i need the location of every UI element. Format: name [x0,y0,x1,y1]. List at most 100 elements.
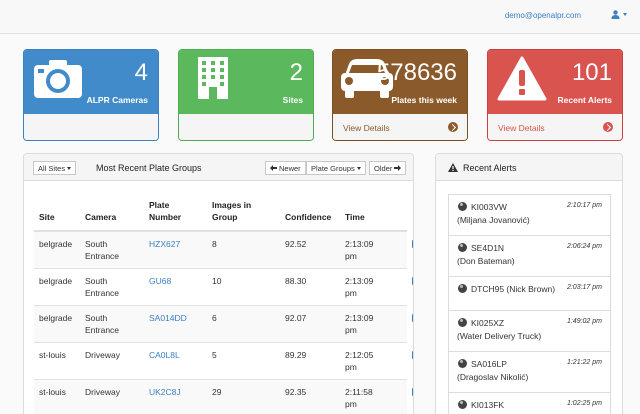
alert-description: (Water Delivery Truck) [457,331,542,341]
cell-time: 2:12:05 pm [345,350,374,372]
building-icon [198,57,228,99]
arrow-right-circle-icon [448,122,458,132]
chevron-down-icon [623,13,627,16]
stat-card-cameras-header: 4 ALPR Cameras [24,50,158,114]
plate-groups-title: Most Recent Plate Groups [96,163,202,173]
alert-time: 1:49:02 pm [566,318,602,325]
alert-item[interactable]: KI013FK(Goran Stojanović)1:02:25 pm [448,392,611,414]
cell-camera: Driveway [85,387,120,397]
recent-alerts-panel: Recent Alerts KI003VW (Miljana Jovanović)… [435,153,623,414]
stat-plates-view-details[interactable]: View Details [333,114,467,140]
image-icon[interactable] [412,388,413,396]
arrow-left-icon [270,165,277,171]
cell-camera: South Entrance [85,313,120,335]
image-icon[interactable] [412,351,413,359]
table-row[interactable]: st-louis Driveway CA0L8L 5 89.29 2:12:05 pm [34,342,413,379]
globe-icon [458,202,467,211]
image-icon[interactable] [412,277,413,285]
table-row[interactable]: belgrade South Entrance SA014DD 6 92.07 2:13:… [34,305,413,342]
stat-plates-value: 578636 [376,59,457,86]
table-row[interactable]: belgrade South Entrance HZX627 8 92.52 2:13:0… [34,231,413,268]
older-button[interactable]: Older [369,161,407,175]
alert-plate: SA016LP [471,359,507,369]
chevron-down-icon [356,166,361,170]
alert-plate: SE4D1N [471,243,505,253]
warning-icon [497,56,547,101]
column-header-time: Time [345,212,365,222]
alert-item[interactable]: KI003VW (Miljana Jovanović) 2:10:17 pm [448,194,611,236]
alert-item[interactable]: SA016LP (Dragoslav Nikolić) 1:21:22 pm [448,351,611,393]
view-details-link[interactable]: View Details [343,123,390,133]
cell-plate-number[interactable]: UK2C8J [149,386,181,398]
cell-images: 5 [212,350,217,360]
stat-sites-value: 2 [289,59,303,86]
cell-confidence: 92.07 [285,313,307,323]
stat-alerts-value: 101 [571,59,612,86]
column-header-camera: Camera [85,212,117,222]
chevron-down-icon [67,166,72,170]
column-header-site: Site [39,212,55,222]
stat-card-cameras-footer [24,114,158,140]
alert-item[interactable]: DTCH95 (Nick Brown) 2:03:17 pm [448,276,611,311]
cell-images: 6 [212,313,217,323]
top-navbar: demo@openalpr.com [0,0,640,34]
cell-confidence: 88.30 [285,276,307,286]
stat-cameras-label: ALPR Cameras [86,95,148,105]
cell-plate-number[interactable]: HZX627 [149,238,180,250]
image-icon[interactable] [412,314,413,322]
stat-cameras-value: 4 [134,59,148,86]
stat-card-plates: 578636 Plates this week View Details [332,49,468,141]
alert-plate: KI013FK [471,400,505,410]
cell-plate-number[interactable]: GU68 [149,275,171,287]
table-row[interactable]: belgrade South Entrance GU68 10 88.30 2:13:09… [34,268,413,305]
alert-item[interactable]: KI025XZ (Water Delivery Truck) 1:49:02 pm [448,310,611,352]
alert-time: 2:06:24 pm [566,243,602,250]
stat-plates-label: Plates this week [391,95,457,105]
cell-camera: Driveway [85,350,120,360]
cell-confidence: 92.52 [285,239,307,249]
recent-alerts-header: Recent Alerts [436,154,622,181]
alert-item[interactable]: SE4D1N (Don Bateman) 2:06:24 pm [448,235,611,277]
cell-confidence: 92.35 [285,387,307,397]
globe-icon [458,243,467,252]
plate-groups-panel: All Sites Most Recent Plate Groups Newer… [23,153,414,414]
cell-plate-number[interactable]: CA0L8L [149,349,180,361]
user-email-link[interactable]: demo@openalpr.com [505,11,581,20]
globe-icon [458,359,467,368]
cell-images: 29 [212,387,222,397]
globe-icon [458,318,467,327]
cell-site: belgrade [39,313,73,323]
cell-images: 10 [212,276,222,286]
stat-alerts-view-details[interactable]: View Details [488,114,622,140]
cell-site: st-louis [39,387,66,397]
view-details-link[interactable]: View Details [498,123,545,133]
alert-plate: KI025XZ [471,318,505,328]
site-filter-dropdown[interactable]: All Sites [33,161,77,175]
older-label: Older [374,163,393,173]
newer-button[interactable]: Newer [265,161,306,175]
warning-icon [448,163,458,172]
alert-time: 2:10:17 pm [566,202,602,209]
view-mode-dropdown[interactable]: Plate Groups [306,161,366,175]
column-header-plate: Plate Number [149,200,182,222]
column-header-confidence: Confidence [285,212,332,222]
cell-images: 8 [212,239,217,249]
cell-camera: South Entrance [85,276,120,298]
cell-time: 2:13:09 pm [345,313,374,335]
stat-sites-label: Sites [282,95,303,105]
table-row[interactable]: st-louis Driveway UK2C8J 29 92.35 2:11:58 pm [34,379,413,414]
cell-site: belgrade [39,239,73,249]
cell-plate-number[interactable]: SA014DD [149,312,187,324]
site-filter-label: All Sites [38,163,66,173]
alert-description: (Miljana Jovanović) [457,215,530,225]
stat-card-alerts: 101 Recent Alerts View Details [487,49,623,141]
image-icon[interactable] [412,240,413,248]
stat-card-cameras: 4 ALPR Cameras [23,49,159,141]
arrow-right-circle-icon [603,122,613,132]
view-mode-label: Plate Groups [311,163,355,173]
plate-groups-header: All Sites Most Recent Plate Groups Newer… [24,154,413,181]
alert-time: 1:02:25 pm [566,400,602,407]
user-menu-toggle[interactable] [611,10,627,19]
cell-site: st-louis [39,350,66,360]
recent-alerts-title: Recent Alerts [463,163,517,173]
